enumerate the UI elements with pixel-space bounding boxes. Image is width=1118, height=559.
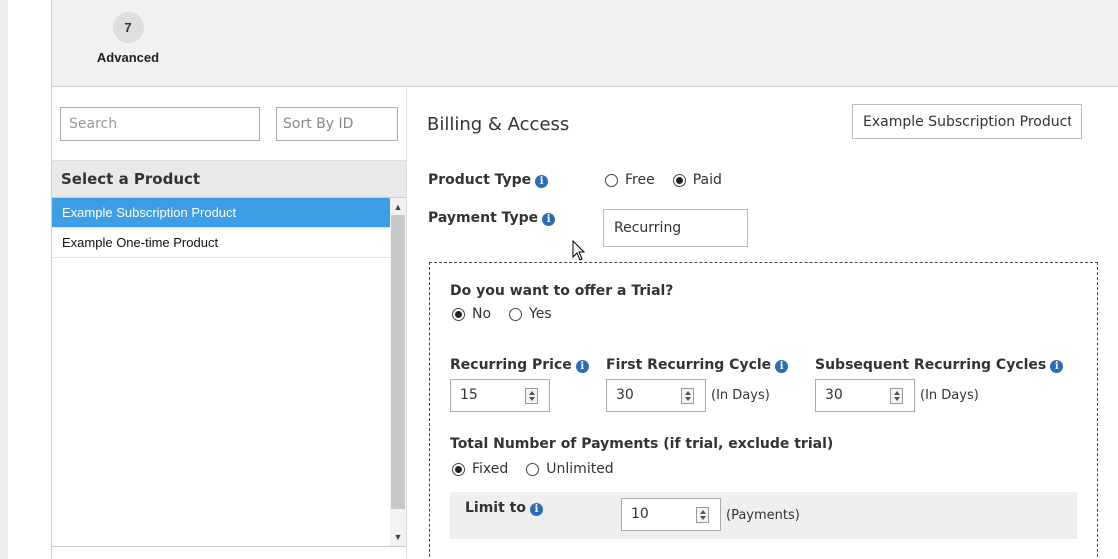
first-cycle-unit: (In Days)	[711, 388, 770, 403]
radio-unchecked-icon[interactable]	[509, 307, 523, 321]
radio-trial-no[interactable]: No	[452, 306, 491, 322]
scroll-up-icon[interactable]: ▲	[390, 199, 406, 215]
product-type-radios: Free Paid	[605, 172, 740, 188]
stepper-icon[interactable]	[890, 388, 903, 404]
stepper-icon[interactable]	[696, 507, 709, 523]
payment-type-label: Payment Type i	[428, 210, 556, 226]
product-type-label: Product Type i	[428, 172, 549, 188]
radio-unchecked-icon[interactable]	[605, 173, 618, 187]
radio-fixed[interactable]: Fixed	[452, 461, 508, 477]
section-title: Billing & Access	[427, 114, 570, 135]
radio-unlimited[interactable]: Unlimited	[526, 461, 614, 477]
info-icon[interactable]: i	[1050, 360, 1064, 373]
radio-paid[interactable]: Paid	[672, 172, 722, 188]
radio-checked-icon[interactable]	[452, 462, 465, 476]
limit-input[interactable]: 10	[621, 498, 721, 531]
scroll-down-icon[interactable]: ▼	[390, 529, 406, 545]
stepper-icon[interactable]	[681, 388, 694, 404]
payment-type-select[interactable]: Recurring	[603, 209, 748, 247]
product-panel: Select a Product Example Subscription Pr…	[52, 88, 407, 559]
info-icon[interactable]: i	[775, 360, 789, 373]
radio-free[interactable]: Free	[605, 172, 655, 188]
trial-radios: No Yes	[452, 306, 570, 322]
left-strip	[0, 0, 8, 559]
wizard-bar: 7 Advanced	[52, 0, 1118, 87]
total-payments-radios: Fixed Unlimited	[452, 461, 632, 477]
recurring-price-label: Recurring Price i	[450, 357, 589, 373]
trial-label: Do you want to offer a Trial?	[450, 283, 674, 299]
stepper-icon[interactable]	[525, 388, 538, 404]
subsequent-cycles-input[interactable]: 30	[815, 379, 915, 412]
first-cycle-input[interactable]: 30	[606, 379, 706, 412]
info-icon[interactable]: i	[535, 175, 549, 188]
first-cycle-label: First Recurring Cycle i	[606, 357, 789, 373]
limit-unit: (Payments)	[726, 508, 800, 523]
list-scrollbar[interactable]: ▲ ▼	[390, 198, 406, 546]
list-item[interactable]: Example One-time Product	[52, 228, 390, 258]
limit-label: Limit to i	[465, 500, 543, 516]
radio-checked-icon[interactable]	[672, 173, 686, 187]
info-icon[interactable]: i	[575, 360, 589, 373]
radio-unchecked-icon[interactable]	[526, 462, 540, 476]
subsequent-cycles-unit: (In Days)	[920, 388, 979, 403]
list-header: Select a Product	[52, 160, 406, 198]
radio-trial-yes[interactable]: Yes	[509, 306, 552, 322]
info-icon[interactable]: i	[542, 213, 556, 226]
scroll-thumb[interactable]	[391, 215, 405, 509]
step-label: Advanced	[96, 50, 160, 65]
total-payments-label: Total Number of Payments (if trial, excl…	[450, 436, 834, 452]
subsequent-cycles-label: Subsequent Recurring Cycles i	[815, 357, 1064, 373]
mouse-cursor-icon	[572, 240, 586, 261]
wizard-step-advanced[interactable]: 7 Advanced	[82, 12, 174, 65]
search-input[interactable]	[60, 107, 260, 141]
sort-input[interactable]	[276, 107, 398, 141]
list-item[interactable]: Example Subscription Product	[52, 198, 390, 228]
panel-bottom-border	[52, 546, 406, 547]
step-number: 7	[112, 12, 144, 43]
product-list: Example Subscription Product Example One…	[52, 198, 390, 546]
left-gap	[8, 0, 51, 559]
recurring-price-input[interactable]: 15	[450, 379, 550, 412]
info-icon[interactable]: i	[529, 503, 543, 516]
product-name-input[interactable]	[852, 104, 1082, 139]
radio-checked-icon[interactable]	[452, 307, 465, 321]
